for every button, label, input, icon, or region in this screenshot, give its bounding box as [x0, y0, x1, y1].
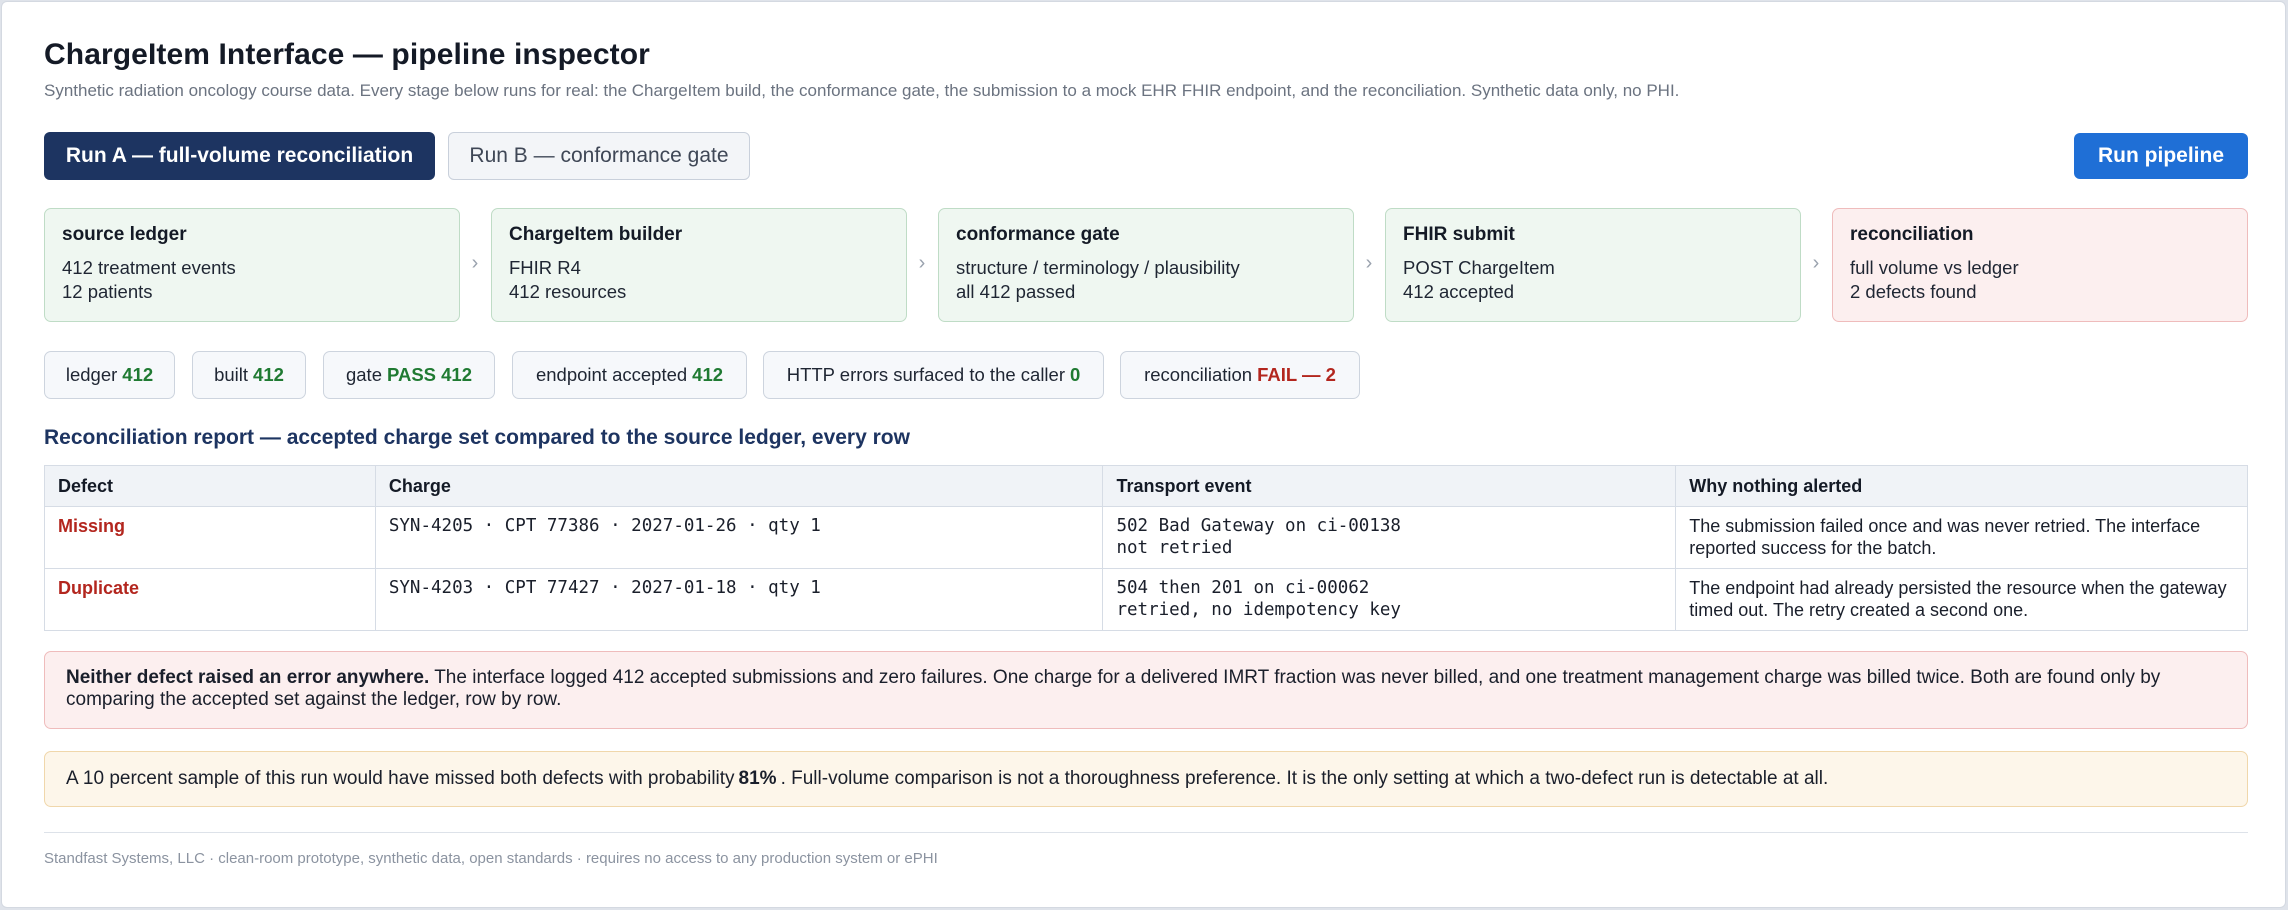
- chip-value: 412: [253, 364, 284, 385]
- pipeline-stages: source ledger 412 treatment events 12 pa…: [44, 208, 2248, 322]
- stage-detail: 412 accepted: [1403, 281, 1515, 302]
- stage-chargeitem-builder: ChargeItem builder FHIR R4 412 resources: [491, 208, 907, 322]
- footer-text: Standfast Systems, LLC · clean-room prot…: [44, 850, 938, 867]
- stage-title: ChargeItem builder: [509, 224, 683, 245]
- defect-cell: Duplicate: [44, 568, 376, 631]
- chip-value: 412: [122, 364, 154, 385]
- stage-fhir-submit: FHIR submit POST ChargeItem 412 accepted: [1385, 208, 1801, 322]
- note-text: . Full-volume comparison is not a thorou…: [780, 768, 1829, 789]
- sampling-note: A 10 percent sample of this run would ha…: [44, 751, 2248, 807]
- why-cell: The submission failed once and was never…: [1675, 506, 2248, 569]
- chip-label: HTTP errors surfaced to the caller: [786, 364, 1065, 385]
- report-title: Reconciliation report — accepted charge …: [44, 426, 910, 449]
- run-a-button[interactable]: Run A — full-volume reconciliation: [44, 132, 435, 180]
- chip-label: gate: [345, 364, 382, 385]
- stage-detail: structure / terminology / plausibility: [956, 257, 1240, 278]
- chevron-right-icon: ›: [1365, 252, 1373, 274]
- defect-cell: Missing: [44, 506, 376, 569]
- column-header-defect: Defect: [44, 465, 376, 507]
- reconciliation-table: Defect Charge Transport event Why nothin…: [44, 465, 2248, 631]
- table-row: Duplicate SYN-4203 · CPT 77427 · 2027-01…: [44, 568, 2248, 631]
- transport-line: 504 then 201 on ci-00062: [1116, 578, 1370, 598]
- stage-detail: POST ChargeItem: [1403, 257, 1555, 278]
- chip-label: reconciliation: [1144, 364, 1253, 385]
- footer-divider: [44, 832, 2248, 833]
- chip-built: built 412: [192, 351, 306, 399]
- alert-banner: Neither defect raised an error anywhere.…: [44, 651, 2248, 729]
- chevron-right-icon: ›: [918, 252, 926, 274]
- stage-detail: 12 patients: [62, 281, 153, 302]
- stage-reconciliation: reconciliation full volume vs ledger 2 d…: [1832, 208, 2248, 322]
- transport-line: not retried: [1116, 538, 1233, 558]
- stage-detail: 412 treatment events: [62, 257, 236, 278]
- note-text: A 10 percent sample of this run would ha…: [66, 768, 735, 789]
- note-value: 81%: [738, 768, 777, 789]
- chip-gate: gate PASS 412: [323, 351, 495, 399]
- chip-value: 0: [1070, 364, 1081, 385]
- column-header-transport-event: Transport event: [1102, 465, 1677, 507]
- charge-cell: SYN-4205 · CPT 77386 · 2027-01-26 · qty …: [374, 506, 1104, 569]
- column-header-why: Why nothing alerted: [1675, 465, 2248, 507]
- page-title: ChargeItem Interface — pipeline inspecto…: [44, 38, 650, 71]
- transport-cell: 502 Bad Gateway on ci-00138 not retried: [1102, 506, 1677, 569]
- stage-title: FHIR submit: [1403, 224, 1515, 245]
- stage-conformance-gate: conformance gate structure / terminology…: [938, 208, 1354, 322]
- stage-detail: 412 resources: [509, 281, 627, 302]
- run-b-button[interactable]: Run B — conformance gate: [448, 132, 750, 180]
- stage-title: reconciliation: [1850, 224, 1974, 245]
- table-row: Missing SYN-4205 · CPT 77386 · 2027-01-2…: [44, 506, 2248, 569]
- stage-title: conformance gate: [956, 224, 1120, 245]
- run-pipeline-button[interactable]: Run pipeline: [2074, 133, 2248, 179]
- column-header-charge: Charge: [374, 465, 1104, 507]
- stage-title: source ledger: [62, 224, 187, 245]
- chip-value: 412: [692, 364, 724, 385]
- alert-headline: Neither defect raised an error anywhere.: [66, 667, 430, 688]
- stage-detail: FHIR R4: [509, 257, 581, 278]
- chip-label: endpoint accepted: [535, 364, 688, 385]
- chip-label: ledger: [65, 364, 118, 385]
- chip-label: built: [214, 364, 249, 385]
- chevron-right-icon: ›: [471, 252, 479, 274]
- page-subtitle: Synthetic radiation oncology course data…: [44, 81, 1680, 100]
- why-cell: The endpoint had already persisted the r…: [1675, 568, 2248, 631]
- chip-ledger: ledger 412: [44, 351, 175, 399]
- transport-line: 502 Bad Gateway on ci-00138: [1116, 516, 1401, 536]
- stage-detail: all 412 passed: [956, 281, 1076, 302]
- chip-value: PASS 412: [387, 364, 473, 385]
- chip-http-errors: HTTP errors surfaced to the caller 0: [763, 351, 1104, 399]
- app-frame: ChargeItem Interface — pipeline inspecto…: [1, 1, 2286, 908]
- table-header-row: Defect Charge Transport event Why nothin…: [44, 465, 2248, 507]
- chip-endpoint-accepted: endpoint accepted 412: [512, 351, 747, 399]
- chip-value: FAIL — 2: [1257, 364, 1336, 385]
- transport-cell: 504 then 201 on ci-00062 retried, no ide…: [1102, 568, 1677, 631]
- transport-line: retried, no idempotency key: [1116, 600, 1401, 620]
- stage-detail: 2 defects found: [1850, 281, 1977, 302]
- stage-source-ledger: source ledger 412 treatment events 12 pa…: [44, 208, 460, 322]
- charge-cell: SYN-4203 · CPT 77427 · 2027-01-18 · qty …: [374, 568, 1104, 631]
- stage-detail: full volume vs ledger: [1850, 257, 2019, 278]
- chevron-right-icon: ›: [1812, 252, 1820, 274]
- chip-reconciliation: reconciliation FAIL — 2: [1120, 351, 1360, 399]
